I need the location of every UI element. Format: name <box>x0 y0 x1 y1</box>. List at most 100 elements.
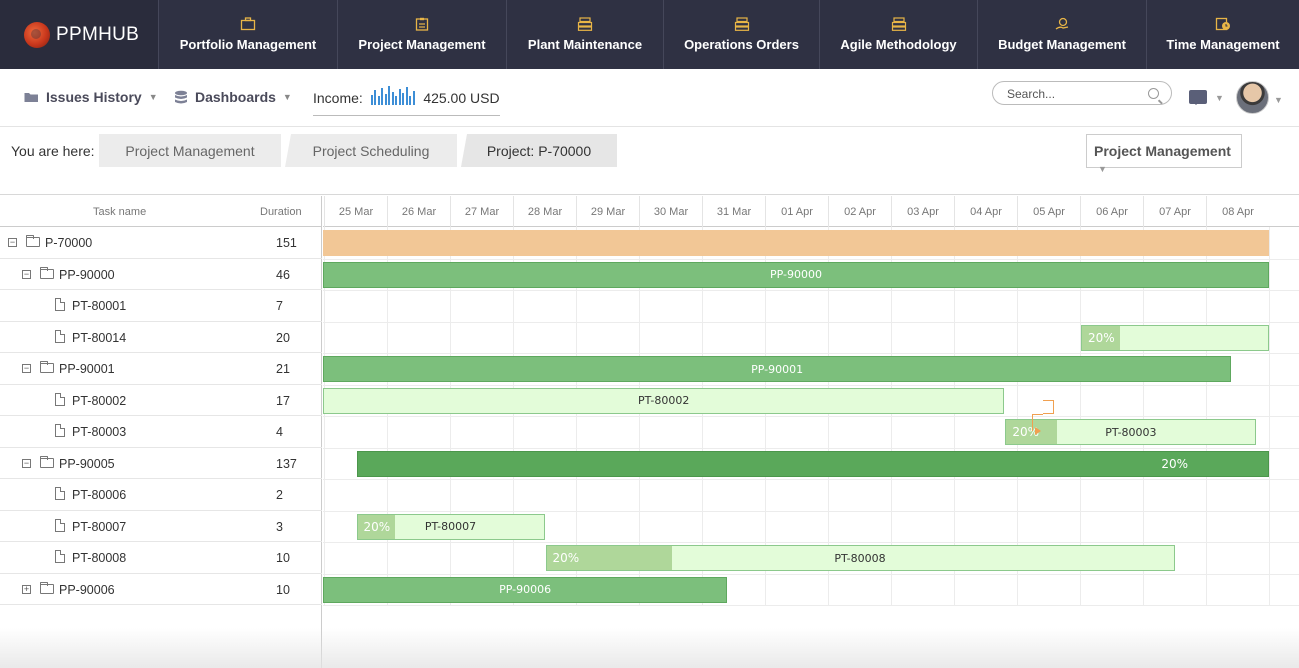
breadcrumb-item-project-scheduling[interactable]: Project Scheduling <box>285 134 457 167</box>
module-select[interactable]: Project Management ▼ <box>1086 134 1242 174</box>
chat-icon[interactable] <box>1189 90 1207 105</box>
gantt-bar[interactable]: 20% PT-80008 <box>545 545 1175 571</box>
sparkline-bar <box>381 87 384 105</box>
dashboards-menu[interactable]: Dashboards ▼ <box>174 89 292 105</box>
bar-label: PT-80007 <box>424 520 477 533</box>
table-row[interactable]: − PP-90005 137 <box>0 448 322 479</box>
folder-icon <box>26 235 40 247</box>
chevron-down-icon[interactable]: ▼ <box>1215 93 1224 103</box>
gantt-bar[interactable] <box>323 230 1269 256</box>
expand-icon[interactable]: + <box>22 584 31 594</box>
timescale-day: 02 Apr <box>828 196 891 227</box>
column-header-task-name[interactable]: Task name <box>93 206 146 218</box>
task-duration: 137 <box>276 456 297 471</box>
timescale-day: 31 Mar <box>702 196 765 227</box>
search-input[interactable]: Search... <box>992 81 1172 105</box>
grid-line <box>323 447 1299 449</box>
chevron-down-icon: ▼ <box>1098 164 1107 174</box>
table-row[interactable]: PT-80008 10 <box>0 542 322 574</box>
progress-label: 20% <box>1161 456 1188 471</box>
collapse-icon[interactable]: − <box>22 364 31 373</box>
nav-portfolio-management[interactable]: Portfolio Management <box>159 0 338 69</box>
task-name: PT-80001 <box>72 299 127 313</box>
sparkline-bar <box>395 95 398 105</box>
folder-icon <box>40 361 54 373</box>
sparkline-bar <box>377 96 380 105</box>
table-row[interactable]: − PP-90000 46 <box>0 259 322 290</box>
gantt-bar[interactable]: PP-90000 <box>323 261 1269 288</box>
gantt-bar[interactable]: PT-80002 <box>323 387 1005 414</box>
collapse-icon[interactable]: − <box>22 458 31 468</box>
grid-line <box>323 510 1299 512</box>
grid-line <box>323 416 1299 417</box>
search-icon[interactable] <box>1148 88 1159 99</box>
collapse-icon[interactable]: − <box>22 269 31 279</box>
chevron-down-icon: ▼ <box>148 92 158 102</box>
gantt-bar[interactable]: PP-90006 <box>323 576 728 603</box>
table-row[interactable]: − PP-90001 21 <box>0 353 322 385</box>
timescale-day: 01 Apr <box>765 196 828 227</box>
column-header-duration[interactable]: Duration <box>260 206 302 218</box>
progress-label: 20% <box>363 519 391 534</box>
file-icon <box>55 487 65 500</box>
folder-icon <box>40 581 54 594</box>
nav-time-management[interactable]: Time Management <box>1147 0 1299 69</box>
sparkline-bar <box>384 93 387 105</box>
grid-line <box>323 542 1299 543</box>
chevron-down-icon[interactable]: ▼ <box>1274 95 1283 105</box>
table-row[interactable]: PT-80001 7 <box>0 290 322 322</box>
file-icon <box>55 518 65 532</box>
nav-operations-orders[interactable]: Operations Orders <box>664 0 820 69</box>
task-duration: 7 <box>276 299 283 313</box>
nav-budget-management[interactable]: Budget Management <box>978 0 1147 69</box>
nav-project-management[interactable]: Project Management <box>338 0 507 69</box>
table-row[interactable]: PT-80014 20 <box>0 322 322 353</box>
sparkline-bar <box>405 86 408 105</box>
top-navigation: PPMHUB Portfolio Management Project Mana… <box>0 0 1299 69</box>
nav-label: Budget Management <box>998 37 1126 52</box>
task-duration: 10 <box>276 551 290 565</box>
gantt-bar[interactable]: 20% <box>1081 324 1269 351</box>
brand-logo-icon <box>24 21 50 48</box>
nav-label: Project Management <box>358 37 486 52</box>
grid-line <box>323 479 1299 480</box>
breadcrumb-label: You are here: <box>11 143 95 159</box>
task-duration: 3 <box>276 519 283 534</box>
task-name: PP-90006 <box>59 582 115 597</box>
table-row[interactable]: PT-80002 17 <box>0 385 322 416</box>
file-icon <box>55 392 65 406</box>
table-row[interactable]: PT-80003 4 <box>0 416 322 448</box>
clipboard-icon <box>415 17 429 31</box>
search-placeholder: Search... <box>1007 87 1056 101</box>
nav-plant-maintenance[interactable]: Plant Maintenance <box>507 0 664 69</box>
sparkline-bar <box>370 94 373 105</box>
task-grid: Task name Duration − P-70000 151 − PP-90000 4… <box>0 196 322 668</box>
avatar[interactable] <box>1236 81 1269 114</box>
table-row[interactable]: PT-80007 3 <box>0 511 322 542</box>
progress-label: 20% <box>1088 330 1115 345</box>
gantt-bar[interactable]: PP-90001 <box>323 356 1232 382</box>
folder-icon <box>40 266 54 279</box>
folder-icon <box>24 93 38 102</box>
table-row[interactable]: PT-80006 2 <box>0 479 322 511</box>
gantt-bar[interactable]: 20% <box>356 450 1269 477</box>
income-value: 425.00 USD <box>423 90 500 106</box>
nav-agile-methodology[interactable]: Agile Methodology <box>820 0 978 69</box>
task-duration: 21 <box>276 362 290 376</box>
sparkline-bar <box>388 86 391 105</box>
timescale-day: 08 Apr <box>1206 196 1269 227</box>
issues-history-menu[interactable]: Issues History ▼ <box>24 89 158 105</box>
grid-line <box>323 290 1299 291</box>
brand[interactable]: PPMHUB <box>0 0 159 69</box>
progress-label: 20% <box>552 551 580 565</box>
dashboards-label: Dashboards <box>195 89 276 105</box>
table-row[interactable]: − P-70000 151 <box>0 227 322 259</box>
breadcrumb-item-project-management[interactable]: Project Management <box>99 134 281 167</box>
table-row[interactable]: + PP-90006 10 <box>0 574 322 605</box>
gantt-bar[interactable]: 20% PT-80007 <box>356 513 545 540</box>
sparkline-bar <box>409 95 412 105</box>
breadcrumb-item-project[interactable]: Project: P-70000 <box>461 134 617 167</box>
timescale-day: 04 Apr <box>954 196 1017 227</box>
collapse-icon[interactable]: − <box>8 238 17 247</box>
folder-icon <box>40 455 54 468</box>
